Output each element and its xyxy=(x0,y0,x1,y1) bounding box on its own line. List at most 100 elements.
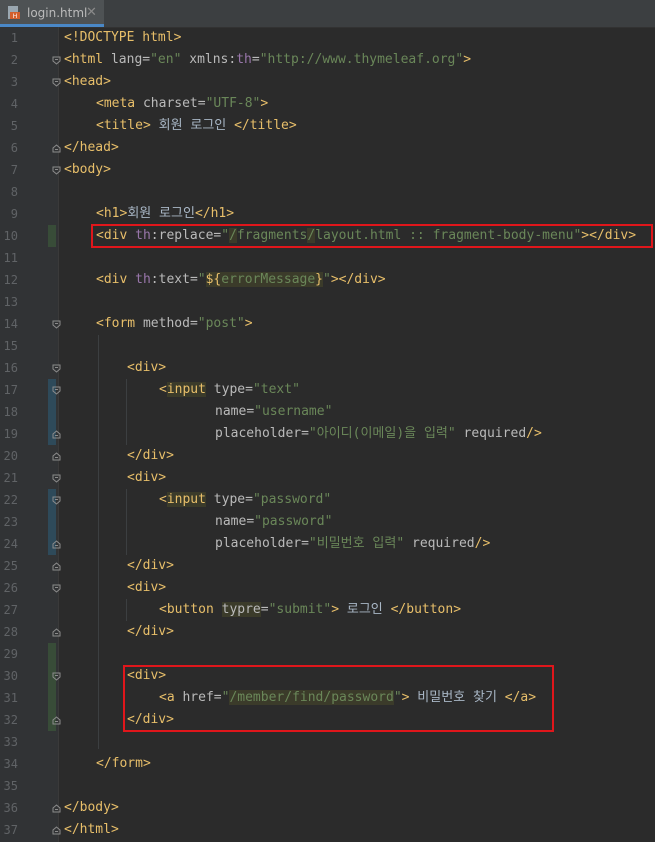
code-token: ${ xyxy=(205,272,222,287)
highlight-box-fragment-replace xyxy=(91,224,653,248)
fold-open-icon[interactable] xyxy=(52,78,61,87)
line-number: 1 xyxy=(10,31,18,45)
line-number: 30 xyxy=(3,669,18,683)
indent-guide xyxy=(98,335,99,749)
code-line-5[interactable]: <title> 회원 로그인 </title> xyxy=(96,115,297,137)
fold-open-icon[interactable] xyxy=(52,320,61,329)
code-token: 회원 로그인 xyxy=(150,118,235,133)
code-line-27[interactable]: <button typre="submit"> 로그인 </button> xyxy=(159,599,461,621)
fold-open-icon[interactable] xyxy=(52,56,61,65)
line-number: 25 xyxy=(3,559,18,573)
code-line-7[interactable]: <body> xyxy=(64,159,111,181)
code-line-9[interactable]: <h1>회원 로그인</h1> xyxy=(96,203,234,225)
code-line-14[interactable]: <form method="post"> xyxy=(96,313,253,335)
code-line-19[interactable]: placeholder="아이디(이메일)을 입력" required/> xyxy=(215,423,542,445)
code-token: = xyxy=(189,272,198,287)
code-line-24[interactable]: placeholder="비밀번호 입력" required/> xyxy=(215,533,490,555)
code-token: errorMessage xyxy=(221,272,316,287)
code-line-37[interactable]: </html> xyxy=(64,819,119,841)
code-token: <button xyxy=(159,602,222,617)
code-token: <h1> xyxy=(96,206,128,221)
code-line-12[interactable]: <div th:text="${errorMessage}"></div> xyxy=(96,269,386,291)
code-line-18[interactable]: name="username" xyxy=(215,401,332,423)
line-number: 12 xyxy=(3,273,18,287)
line-number: 31 xyxy=(3,691,18,705)
line-number: 22 xyxy=(3,493,18,507)
fold-open-icon[interactable] xyxy=(52,584,61,593)
code-line-1[interactable]: <!DOCTYPE html> xyxy=(64,27,181,49)
fold-close-icon[interactable] xyxy=(52,804,61,813)
tab-filename: login.html xyxy=(27,6,88,20)
code-line-20[interactable]: </div> xyxy=(127,445,174,467)
line-number: 16 xyxy=(3,361,18,375)
code-token: <meta xyxy=(96,96,143,111)
svg-text:H: H xyxy=(13,13,18,20)
fold-open-icon[interactable] xyxy=(52,474,61,483)
code-token: = xyxy=(260,602,269,617)
code-token: :text xyxy=(150,272,190,287)
line-number: 36 xyxy=(3,801,18,815)
code-token: "submit" xyxy=(268,602,332,617)
code-token: 회원 로그인 xyxy=(127,206,195,221)
code-token: <title> xyxy=(96,118,151,133)
fold-close-icon[interactable] xyxy=(52,628,61,637)
code-token: </div> xyxy=(127,448,174,463)
fold-close-icon[interactable] xyxy=(52,452,61,461)
code-token: </div> xyxy=(127,624,174,639)
fold-close-icon[interactable] xyxy=(52,562,61,571)
code-token: <div> xyxy=(127,360,167,375)
code-token: <div> xyxy=(127,580,167,595)
code-line-3[interactable]: <head> xyxy=(64,71,111,93)
vcs-change-marker[interactable] xyxy=(48,225,56,247)
code-token: "post" xyxy=(197,316,245,331)
line-number: 33 xyxy=(3,735,18,749)
code-token: name xyxy=(215,404,247,419)
fold-close-icon[interactable] xyxy=(52,826,61,835)
close-icon[interactable]: ✕ xyxy=(86,5,97,20)
code-token: = xyxy=(245,492,253,507)
fold-open-icon[interactable] xyxy=(52,496,61,505)
fold-close-icon[interactable] xyxy=(52,716,61,725)
code-line-23[interactable]: name="password" xyxy=(215,511,332,533)
code-line-28[interactable]: </div> xyxy=(127,621,174,643)
code-line-17[interactable]: <input type="text" xyxy=(159,379,300,401)
code-token: input xyxy=(166,492,206,507)
code-token: name xyxy=(215,514,247,529)
code-line-21[interactable]: <div> xyxy=(127,467,166,489)
code-line-34[interactable]: </form> xyxy=(96,753,151,775)
code-token: </body> xyxy=(64,800,119,815)
line-number-gutter: 1 2 3 4 5 6 7 8 9 10 11 12 13 14 15 16 1… xyxy=(0,27,61,842)
line-number: 7 xyxy=(10,163,18,177)
code-line-36[interactable]: </body> xyxy=(64,797,119,819)
fold-close-icon[interactable] xyxy=(52,144,61,153)
code-token: "en" xyxy=(150,52,182,67)
code-token: <html xyxy=(64,52,111,67)
line-number: 32 xyxy=(3,713,18,727)
fold-open-icon[interactable] xyxy=(52,672,61,681)
code-token: > xyxy=(463,52,472,67)
code-line-6[interactable]: </head> xyxy=(64,137,119,159)
code-line-4[interactable]: <meta charset="UTF-8"> xyxy=(96,93,268,115)
code-line-2[interactable]: <html lang="en" xmlns:th="http://www.thy… xyxy=(64,49,471,71)
line-number: 37 xyxy=(3,823,18,837)
code-token: ></div> xyxy=(330,272,386,287)
fold-close-icon[interactable] xyxy=(52,430,61,439)
code-token: </form> xyxy=(96,756,151,771)
tab-login-html[interactable]: H login.html ✕ xyxy=(0,0,104,27)
code-line-22[interactable]: <input type="password" xyxy=(159,489,331,511)
fold-close-icon[interactable] xyxy=(52,540,61,549)
code-token: /> xyxy=(474,536,491,551)
line-number: 14 xyxy=(3,317,18,331)
code-line-26[interactable]: <div> xyxy=(127,577,166,599)
fold-open-icon[interactable] xyxy=(52,166,61,175)
code-token: " xyxy=(197,272,206,287)
line-number: 27 xyxy=(3,603,18,617)
code-line-25[interactable]: </div> xyxy=(127,555,174,577)
fold-open-icon[interactable] xyxy=(52,386,61,395)
code-token: = xyxy=(246,404,255,419)
code-token: <head> xyxy=(64,74,111,89)
indent-guide xyxy=(126,489,127,555)
code-token: </html> xyxy=(64,822,119,837)
fold-open-icon[interactable] xyxy=(52,364,61,373)
code-line-16[interactable]: <div> xyxy=(127,357,166,379)
